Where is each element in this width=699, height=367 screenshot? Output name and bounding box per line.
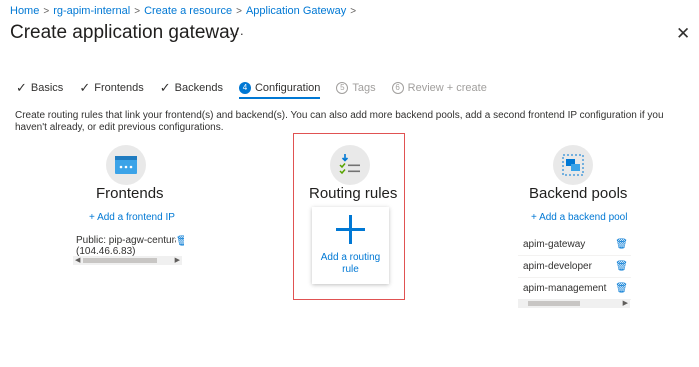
list-item[interactable]: apim-management 🗑	[518, 278, 631, 300]
trash-icon[interactable]: 🗑	[176, 236, 184, 247]
chevron-right-icon: >	[350, 5, 357, 17]
breadcrumb-create-resource[interactable]: Create a resource	[144, 5, 232, 17]
chevron-right-icon: >	[236, 5, 242, 17]
backend-pool-icon	[553, 145, 593, 185]
backend-pools-title: Backend pools	[529, 185, 628, 202]
tab-tags[interactable]: 5 Tags	[336, 81, 376, 99]
list-item[interactable]: Public: pip-agw-centura (104.46.6.83)	[76, 235, 176, 257]
tab-label: Basics	[30, 81, 64, 94]
list-item[interactable]: apim-developer 🗑	[518, 256, 631, 278]
checkmark-icon: ✓	[79, 80, 91, 95]
tab-label: Configuration	[254, 81, 321, 94]
add-backend-pool-link[interactable]: + Add a backend pool	[531, 212, 627, 223]
trash-icon[interactable]: 🗑	[615, 239, 628, 250]
scrollbar-thumb[interactable]	[83, 258, 157, 263]
tab-frontends[interactable]: ✓ Frontends	[79, 81, 143, 99]
breadcrumb: Home > rg-apim-internal > Create a resou…	[10, 5, 356, 17]
breadcrumb-home[interactable]: Home	[10, 5, 39, 17]
backend-pool-name: apim-developer	[523, 261, 592, 272]
tab-configuration[interactable]: 4 Configuration	[238, 81, 321, 99]
add-routing-rule-label: Add a routing rule	[320, 252, 381, 275]
trash-icon[interactable]: 🗑	[615, 283, 628, 294]
checkmark-icon: ✓	[16, 80, 27, 95]
frontend-icon	[106, 145, 146, 185]
backend-pool-name: apim-gateway	[523, 239, 586, 250]
tab-label: Tags	[352, 81, 376, 94]
add-routing-rule-button[interactable]: Add a routing rule	[312, 207, 389, 284]
more-options-button[interactable]: ···	[229, 26, 245, 41]
tab-label: Frontends	[94, 81, 144, 94]
tab-label: Review + create	[407, 81, 487, 94]
wizard-tabs: ✓ Basics ✓ Frontends ✓ Backends 4 Config…	[16, 81, 503, 99]
tab-backends[interactable]: ✓ Backends	[160, 81, 223, 99]
tab-label: Backends	[174, 81, 223, 94]
trash-icon[interactable]: 🗑	[615, 261, 628, 272]
frontend-name: Public: pip-agw-centura	[76, 235, 176, 246]
backend-pool-name: apim-management	[523, 283, 607, 294]
scroll-right-arrow[interactable]: ▶	[623, 299, 628, 308]
backend-pool-list: apim-gateway 🗑 apim-developer 🗑 apim-man…	[518, 234, 631, 300]
page-title: Create application gateway	[10, 22, 240, 43]
step-number-badge: 4	[238, 81, 251, 94]
list-item[interactable]: apim-gateway 🗑	[518, 234, 631, 256]
breadcrumb-application-gateway[interactable]: Application Gateway	[246, 5, 346, 17]
chevron-right-icon: >	[43, 5, 50, 17]
chevron-right-icon: >	[134, 5, 141, 17]
scrollbar-thumb[interactable]	[528, 301, 580, 306]
plus-icon	[336, 215, 365, 244]
close-button[interactable]: ✕	[676, 25, 690, 42]
step-number-badge: 5	[336, 81, 349, 94]
tab-basics[interactable]: ✓ Basics	[16, 81, 63, 99]
backend-scrollbar[interactable]: ▶	[518, 299, 630, 308]
add-frontend-ip-link[interactable]: + Add a frontend IP	[89, 212, 175, 223]
frontend-scrollbar[interactable]: ◀ ▶	[73, 256, 182, 265]
scroll-left-arrow[interactable]: ◀	[75, 256, 80, 265]
step-number-badge: 6	[391, 81, 404, 94]
page-description: Create routing rules that link your fron…	[15, 110, 664, 133]
scroll-right-arrow[interactable]: ▶	[175, 256, 180, 265]
frontends-title: Frontends	[96, 185, 164, 202]
breadcrumb-resource-group[interactable]: rg-apim-internal	[53, 5, 130, 17]
checkmark-icon: ✓	[159, 80, 171, 95]
tab-review-create[interactable]: 6 Review + create	[391, 81, 487, 99]
